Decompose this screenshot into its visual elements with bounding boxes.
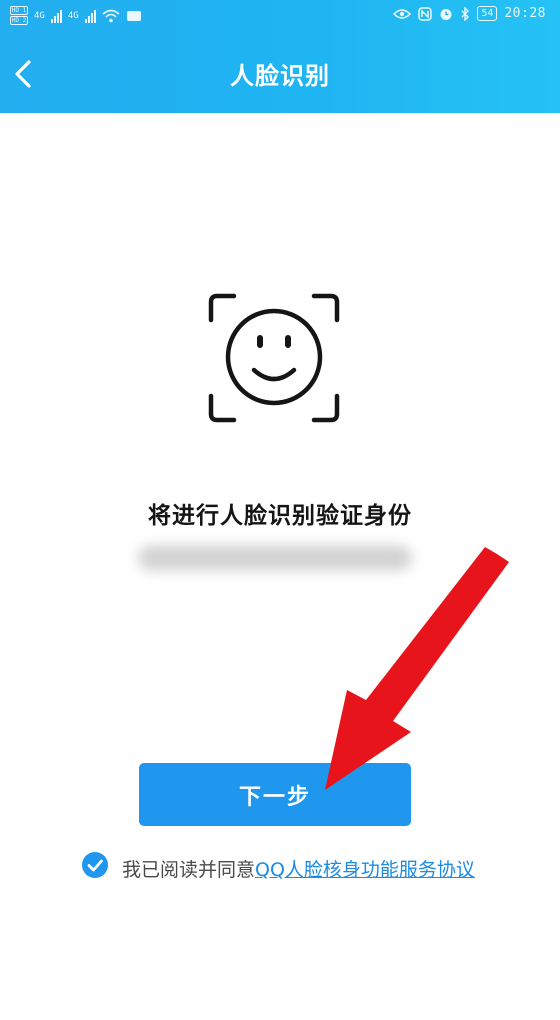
agreement-prefix: 我已阅读并同意 — [122, 859, 256, 881]
signal-icon — [84, 9, 96, 23]
signal-icon — [50, 9, 62, 23]
wifi-icon — [102, 9, 120, 22]
network-type-1: 4G — [34, 10, 45, 21]
verify-instruction: 将进行人脸识别验证身份 — [148, 503, 412, 529]
status-time: 20:28 — [504, 6, 546, 21]
agreement-checkbox[interactable] — [82, 852, 108, 878]
sim-icon: HD 1 HD 2 — [10, 6, 28, 25]
agreement-text: 我已阅读并同意QQ人脸核身功能服务协议 — [122, 854, 482, 886]
sim1-label: HD 1 — [10, 6, 28, 15]
network-type-2: 4G — [67, 10, 79, 21]
agreement-link[interactable]: QQ人脸核身功能服务协议 — [255, 859, 475, 881]
eye-icon — [393, 8, 412, 19]
page-title: 人脸识别 — [230, 62, 330, 90]
status-bar: HD 1 HD 2 4G 4G 54 20:28 — [0, 0, 560, 30]
blurred-account-info — [138, 545, 412, 571]
app-header: HD 1 HD 2 4G 4G 54 20:28 人脸识别 — [0, 0, 560, 113]
next-button[interactable]: 下一步 — [139, 763, 411, 826]
battery-icon: 54 — [477, 6, 498, 21]
sim2-label: HD 2 — [10, 16, 28, 25]
checkmark-icon — [87, 859, 103, 872]
alarm-icon — [440, 8, 452, 20]
bluetooth-icon — [461, 6, 470, 21]
face-scan-icon — [208, 293, 340, 423]
notification-icon — [126, 10, 141, 21]
nfc-icon — [418, 6, 433, 21]
